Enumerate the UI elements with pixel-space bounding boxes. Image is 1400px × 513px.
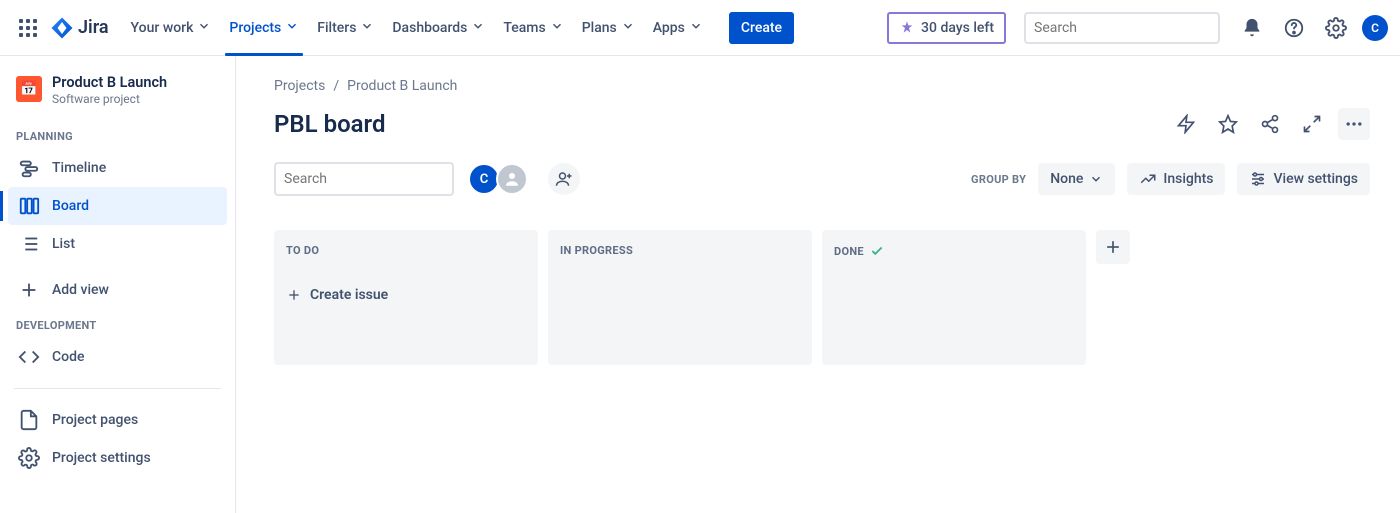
plus-icon bbox=[286, 287, 302, 303]
chevron-down-icon bbox=[621, 19, 635, 37]
nav-items: Your work Projects Filters Dashboards Te… bbox=[123, 0, 711, 56]
top-nav: Jira Your work Projects Filters Dashboar… bbox=[0, 0, 1400, 56]
premium-icon bbox=[899, 20, 915, 36]
sidebar-item-board[interactable]: Board bbox=[8, 187, 227, 225]
help-icon[interactable] bbox=[1278, 12, 1310, 44]
code-icon bbox=[18, 346, 40, 368]
main-content: Projects / Product B Launch PBL board C bbox=[236, 56, 1400, 513]
board-columns: To do Create issue In progress Done bbox=[274, 230, 1370, 365]
sidebar-item-timeline[interactable]: Timeline bbox=[8, 149, 227, 187]
group-by-label: Group by bbox=[971, 173, 1026, 186]
column-done[interactable]: Done bbox=[822, 230, 1086, 365]
sidebar-item-project-pages[interactable]: Project pages bbox=[8, 401, 227, 439]
gear-icon bbox=[18, 447, 40, 469]
timeline-icon bbox=[18, 157, 40, 179]
nav-apps[interactable]: Apps bbox=[645, 0, 711, 56]
app-switcher-icon[interactable] bbox=[12, 12, 44, 44]
share-icon[interactable] bbox=[1254, 108, 1286, 140]
trial-days-button[interactable]: 30 days left bbox=[887, 12, 1006, 44]
add-people-button[interactable] bbox=[548, 163, 580, 195]
page-icon bbox=[18, 409, 40, 431]
breadcrumb-current[interactable]: Product B Launch bbox=[347, 78, 457, 94]
chevron-down-icon bbox=[360, 19, 374, 37]
chevron-down-icon bbox=[471, 19, 485, 37]
board-icon bbox=[18, 195, 40, 217]
sidebar-divider bbox=[14, 388, 221, 389]
global-search-input[interactable] bbox=[1034, 20, 1212, 36]
breadcrumb-root[interactable]: Projects bbox=[274, 78, 325, 94]
chevron-down-icon bbox=[550, 19, 564, 37]
project-header[interactable]: 📅 Product B Launch Software project bbox=[8, 74, 227, 120]
nav-plans[interactable]: Plans bbox=[574, 0, 643, 56]
fullscreen-icon[interactable] bbox=[1296, 108, 1328, 140]
jira-logo[interactable]: Jira bbox=[50, 16, 109, 40]
star-icon[interactable] bbox=[1212, 108, 1244, 140]
list-icon bbox=[18, 233, 40, 255]
avatar-unassigned[interactable] bbox=[496, 163, 528, 195]
settings-icon[interactable] bbox=[1320, 12, 1352, 44]
user-avatar[interactable]: C bbox=[1362, 15, 1388, 41]
breadcrumb-sep: / bbox=[333, 78, 339, 94]
project-name: Product B Launch bbox=[52, 74, 167, 91]
nav-teams[interactable]: Teams bbox=[495, 0, 571, 56]
create-button[interactable]: Create bbox=[729, 12, 794, 44]
view-settings-button[interactable]: View settings bbox=[1237, 163, 1370, 195]
board-search-input[interactable] bbox=[284, 171, 462, 187]
notifications-icon[interactable] bbox=[1236, 12, 1268, 44]
column-in-progress[interactable]: In progress bbox=[548, 230, 812, 365]
global-search[interactable] bbox=[1024, 12, 1220, 44]
assignee-avatars: C bbox=[468, 163, 528, 195]
chevron-down-icon bbox=[689, 19, 703, 37]
column-header: To do bbox=[286, 244, 526, 257]
nav-projects[interactable]: Projects bbox=[221, 0, 307, 56]
jira-logo-text: Jira bbox=[78, 17, 109, 38]
column-todo[interactable]: To do Create issue bbox=[274, 230, 538, 365]
board-search[interactable] bbox=[274, 162, 454, 196]
group-by-dropdown[interactable]: None bbox=[1038, 163, 1115, 195]
nav-dashboards[interactable]: Dashboards bbox=[384, 0, 493, 56]
nav-your-work[interactable]: Your work bbox=[123, 0, 220, 56]
chevron-down-icon bbox=[197, 19, 211, 37]
create-issue-button[interactable]: Create issue bbox=[286, 287, 526, 303]
sidebar-item-project-settings[interactable]: Project settings bbox=[8, 439, 227, 477]
breadcrumb: Projects / Product B Launch bbox=[274, 78, 1370, 94]
project-subtitle: Software project bbox=[52, 92, 167, 106]
project-icon: 📅 bbox=[16, 76, 42, 102]
sidebar-item-code[interactable]: Code bbox=[8, 338, 227, 376]
column-header: In progress bbox=[560, 244, 800, 257]
chevron-down-icon bbox=[1089, 172, 1103, 186]
more-icon[interactable] bbox=[1338, 108, 1370, 140]
insights-button[interactable]: Insights bbox=[1127, 163, 1225, 195]
sidebar: 📅 Product B Launch Software project Plan… bbox=[0, 56, 236, 513]
chevron-down-icon bbox=[285, 19, 299, 37]
insights-icon bbox=[1139, 170, 1157, 188]
add-column-button[interactable] bbox=[1096, 230, 1130, 264]
nav-filters[interactable]: Filters bbox=[309, 0, 382, 56]
section-planning: Planning bbox=[8, 120, 227, 149]
automation-icon[interactable] bbox=[1170, 108, 1202, 140]
board-title: PBL board bbox=[274, 110, 385, 138]
plus-icon bbox=[18, 279, 40, 301]
sliders-icon bbox=[1249, 170, 1267, 188]
check-icon bbox=[870, 244, 884, 258]
column-header: Done bbox=[834, 244, 1074, 258]
sidebar-item-list[interactable]: List bbox=[8, 225, 227, 263]
plus-icon bbox=[1103, 237, 1123, 257]
sidebar-item-add-view[interactable]: Add view bbox=[8, 271, 227, 309]
section-development: Development bbox=[8, 309, 227, 338]
